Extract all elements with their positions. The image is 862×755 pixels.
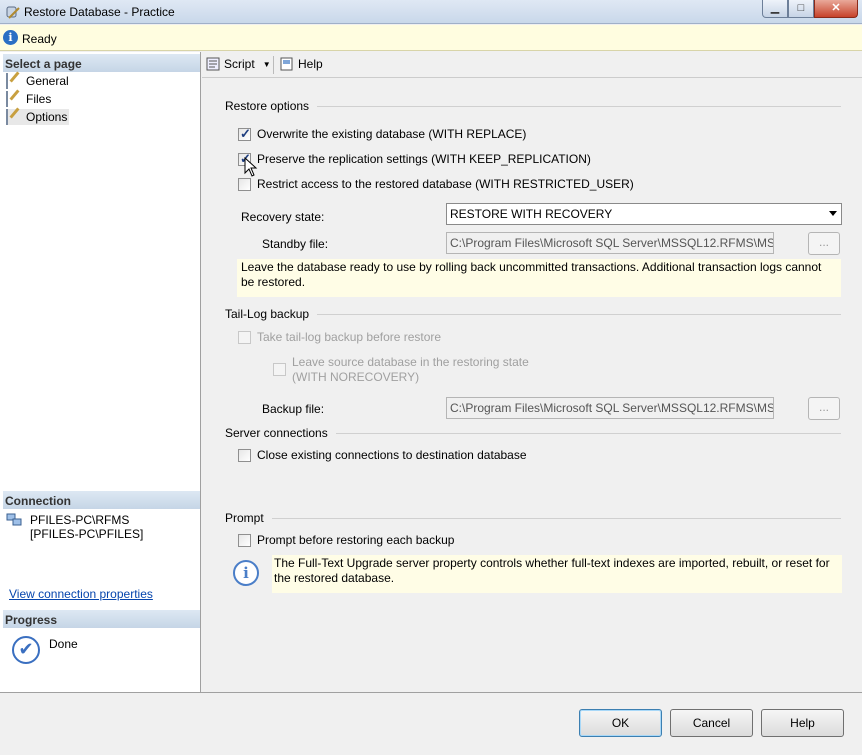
restore-options-group: Restore options [225, 99, 841, 113]
checkbox-box[interactable] [238, 177, 251, 191]
help-book-icon [280, 57, 293, 71]
restore-database-window: Restore Database - Practice ▁ □ ✕ i Read… [0, 0, 862, 755]
standby-file-field[interactable]: C:\Program Files\Microsoft SQL Server\MS… [446, 232, 774, 254]
script-label: Script [224, 57, 255, 71]
restrict-access-label: Restrict access to the restored database… [257, 177, 634, 191]
backup-file-label: Backup file: [262, 402, 325, 416]
recovery-state-select[interactable]: RESTORE WITH RECOVERY [446, 203, 842, 225]
info-icon: i [3, 30, 18, 45]
recovery-state-label: Recovery state: [241, 210, 325, 224]
close-button[interactable]: ✕ [814, 0, 858, 18]
restore-options-header: Restore options [225, 99, 310, 113]
checkbox-box[interactable] [273, 363, 286, 376]
select-page-header: Select a page [3, 54, 200, 72]
prompt-before-label: Prompt before restoring each backup [257, 533, 455, 547]
left-panel: Select a page General Files Options Conn… [0, 52, 201, 692]
checkbox-box[interactable] [238, 126, 251, 142]
backup-browse-button[interactable]: ... [808, 397, 840, 420]
prompt-header: Prompt [225, 511, 264, 525]
page-files-label: Files [26, 92, 52, 106]
progress-header: Progress [3, 610, 200, 628]
maximize-button[interactable]: □ [788, 0, 814, 18]
checkbox-box[interactable] [238, 330, 251, 344]
status-bar: i Ready [0, 25, 862, 51]
window-title: Restore Database - Practice [24, 5, 175, 19]
server-connections-header: Server connections [225, 426, 328, 440]
standby-file-label: Standby file: [262, 237, 329, 251]
options-panel: Script ▼ Help Restore options Overwrite … [202, 52, 862, 692]
button-bar: OK Cancel Help [0, 692, 862, 755]
help-button[interactable]: Help [761, 709, 844, 737]
server-connection-icon [6, 513, 22, 526]
server-connections-group: Server connections [225, 426, 841, 440]
dropdown-arrow-icon[interactable]: ▼ [263, 60, 271, 69]
tail-log-header: Tail-Log backup [225, 307, 310, 321]
ok-button[interactable]: OK [579, 709, 662, 737]
page-wrench-icon [6, 109, 22, 125]
page-wrench-icon [6, 73, 22, 89]
close-connections-checkbox[interactable]: Close existing connections to destinatio… [238, 448, 527, 462]
leave-source-label-line2: (WITH NORECOVERY) [292, 370, 420, 384]
connection-user: [PFILES-PC\PFILES] [30, 527, 144, 541]
recovery-description: Leave the database ready to use by rolli… [237, 259, 841, 297]
backup-file-field[interactable]: C:\Program Files\Microsoft SQL Server\MS… [446, 397, 774, 419]
page-files[interactable]: Files [6, 91, 51, 107]
help-toolbar-label: Help [298, 57, 323, 71]
close-connections-label: Close existing connections to destinatio… [257, 448, 527, 462]
chevron-down-icon [829, 211, 837, 216]
help-toolbar-button[interactable]: Help [279, 57, 323, 71]
info-icon: i [233, 560, 259, 586]
fulltext-info-box: The Full-Text Upgrade server property co… [222, 555, 842, 593]
page-options[interactable]: Options [6, 109, 69, 125]
leave-source-checkbox[interactable]: Leave source database in the restoring s… [273, 355, 529, 385]
done-checkmark-icon: ✔ [12, 636, 40, 664]
toolbar: Script ▼ Help [202, 52, 862, 78]
prompt-before-checkbox[interactable]: Prompt before restoring each backup [238, 533, 454, 547]
page-general-label: General [26, 74, 69, 88]
database-tools-icon [6, 6, 20, 19]
toolbar-separator [273, 56, 274, 74]
checkbox-box[interactable] [238, 448, 251, 462]
view-connection-properties-link[interactable]: View connection properties [9, 587, 153, 601]
script-icon [206, 57, 220, 71]
page-wrench-icon [6, 91, 22, 107]
standby-browse-button[interactable]: ... [808, 232, 840, 255]
connection-header: Connection [3, 491, 200, 509]
status-text: Ready [22, 32, 57, 46]
cancel-button[interactable]: Cancel [670, 709, 753, 737]
page-options-label: Options [26, 110, 68, 124]
progress-status: Done [49, 637, 78, 651]
prompt-group: Prompt [225, 511, 841, 525]
checkbox-box[interactable] [238, 533, 251, 547]
connection-server: PFILES-PC\RFMS [30, 513, 130, 527]
fulltext-info-text: The Full-Text Upgrade server property co… [274, 556, 830, 585]
overwrite-label: Overwrite the existing database (WITH RE… [257, 127, 527, 141]
preserve-replication-checkbox[interactable]: Preserve the replication settings (WITH … [238, 151, 591, 167]
leave-source-label-line1: Leave source database in the restoring s… [292, 355, 529, 369]
script-button[interactable]: Script ▼ [205, 57, 271, 71]
mouse-cursor-icon [244, 157, 258, 177]
restrict-access-checkbox[interactable]: Restrict access to the restored database… [238, 177, 634, 191]
take-tail-log-label: Take tail-log backup before restore [257, 330, 442, 344]
page-general[interactable]: General [6, 73, 69, 89]
title-bar: Restore Database - Practice ▁ □ ✕ [0, 0, 862, 24]
take-tail-log-checkbox[interactable]: Take tail-log backup before restore [238, 330, 441, 344]
overwrite-checkbox[interactable]: Overwrite the existing database (WITH RE… [238, 126, 527, 142]
tail-log-group: Tail-Log backup [225, 307, 841, 321]
preserve-replication-label: Preserve the replication settings (WITH … [257, 152, 591, 166]
recovery-state-value: RESTORE WITH RECOVERY [450, 207, 613, 221]
minimize-button[interactable]: ▁ [762, 0, 788, 18]
